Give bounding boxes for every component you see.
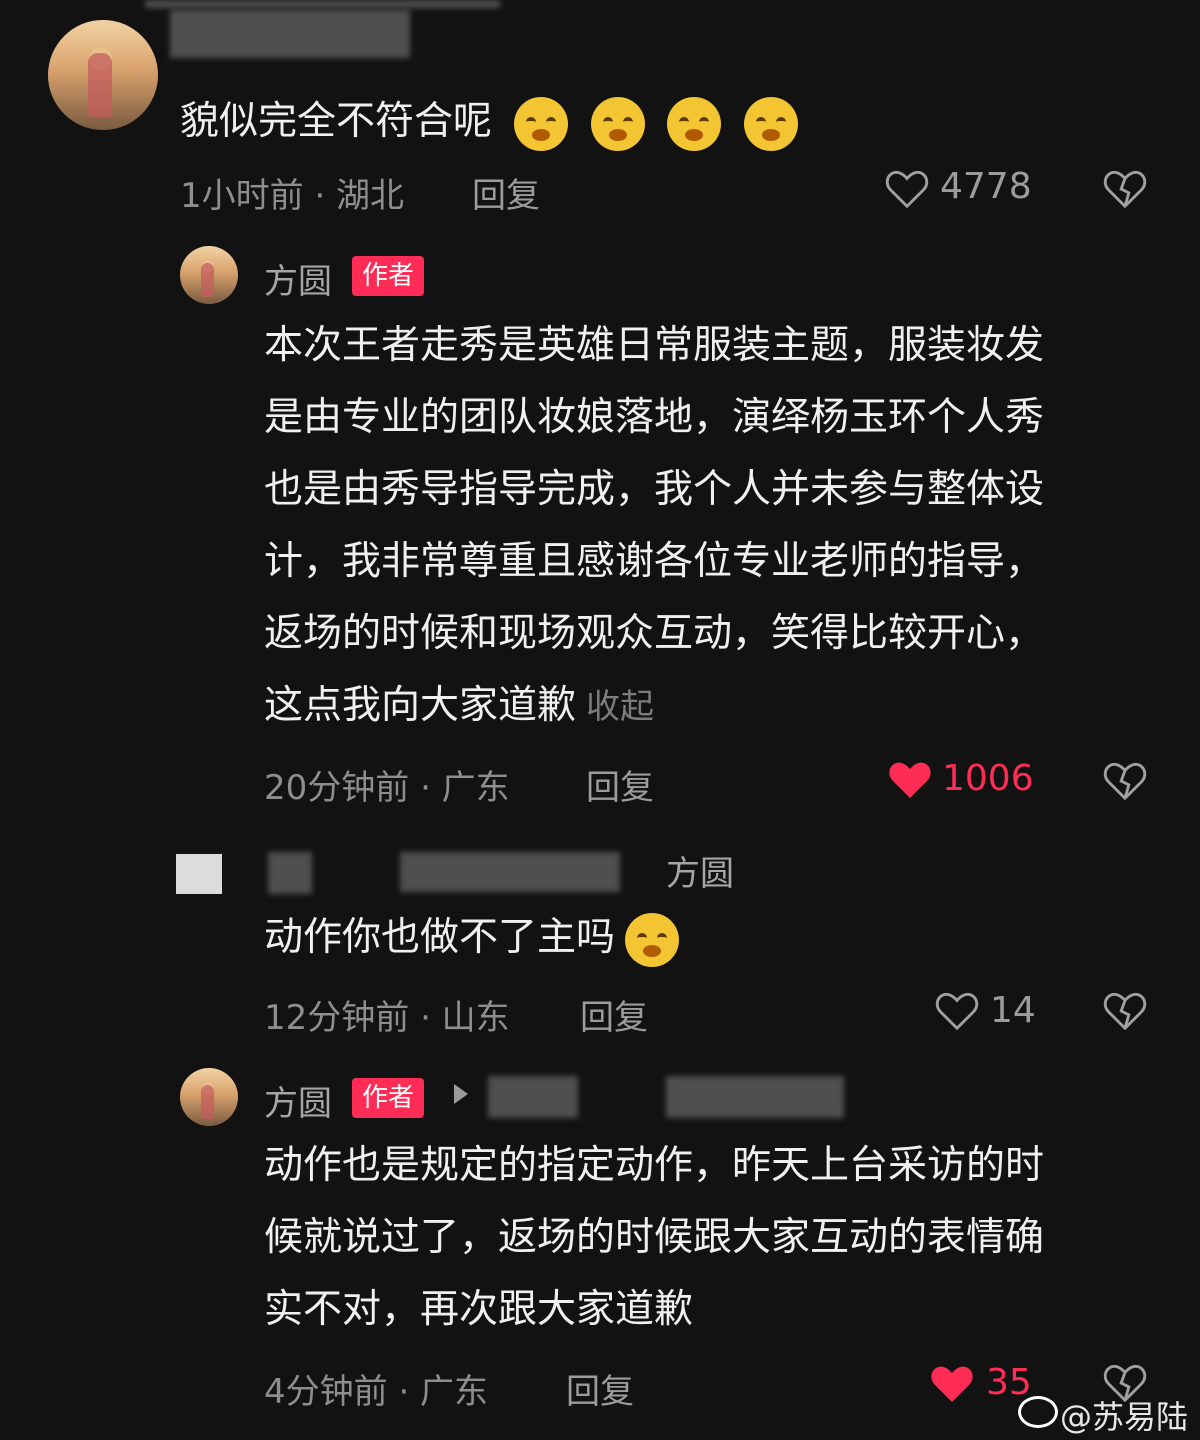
emoji-icon	[625, 912, 680, 967]
emoji-icon	[743, 96, 798, 151]
reply2-meta: 12分钟前 · 山东	[264, 998, 510, 1038]
emoji-icon	[514, 96, 569, 151]
author-avatar[interactable]	[180, 246, 238, 304]
weibo-icon	[1018, 1396, 1058, 1428]
reply1-reply-button[interactable]: 回复	[586, 760, 654, 809]
avatar-image	[180, 1068, 238, 1126]
reply1-meta: 20分钟前 · 广东	[264, 768, 510, 808]
blurred-top-strip	[145, 0, 500, 8]
top-comment-reply-button[interactable]: 回复	[472, 168, 540, 217]
reply2-text: 动作你也做不了主吗	[264, 902, 680, 974]
blurred-username	[268, 852, 312, 894]
blurred-username	[488, 1076, 578, 1118]
reply1-text: 本次王者走秀是英雄日常服装主题，服装妆发 是由专业的团队妆娘落地，演绎杨玉环个人…	[264, 323, 1045, 728]
reply3-text: 动作也是规定的指定动作，昨天上台采访的时 候就说过了，返场的时候跟大家互动的表情…	[264, 1143, 1045, 1332]
reply2-avatar-blur	[176, 854, 222, 894]
author-badge: 作者	[352, 1078, 425, 1118]
collapse-link[interactable]: 收起	[586, 687, 654, 727]
top-comment-meta: 1小时前 · 湖北	[180, 176, 405, 216]
like-icon[interactable]	[886, 756, 934, 808]
top-comment-text: 貌似完全不符合呢	[180, 86, 798, 158]
author-badge: 作者	[352, 256, 425, 296]
reply2-reply-button[interactable]: 回复	[580, 990, 648, 1039]
dislike-icon[interactable]	[1102, 988, 1148, 1038]
reply3-meta: 4分钟前 · 广东	[264, 1372, 489, 1412]
reply-arrow-icon	[454, 1084, 468, 1104]
avatar-image	[48, 20, 158, 130]
watermark-text: @苏易陆	[1060, 1398, 1189, 1436]
reply3-like-count: 35	[986, 1362, 1032, 1403]
reply3-author-name[interactable]: 方圆	[264, 1076, 332, 1125]
emoji-icon	[590, 96, 645, 151]
top-comment-like-count: 4778	[940, 166, 1032, 207]
blurred-username	[400, 852, 620, 892]
blurred-username	[666, 1076, 844, 1118]
author-avatar[interactable]	[180, 1068, 238, 1126]
commenter-avatar[interactable]	[48, 20, 158, 130]
like-icon[interactable]	[928, 1360, 976, 1412]
reply2-like-count: 14	[990, 990, 1036, 1031]
emoji-icon	[667, 96, 722, 151]
reply3-reply-button[interactable]: 回复	[566, 1364, 634, 1413]
like-icon[interactable]	[884, 166, 930, 216]
reply1-author-name[interactable]: 方圆	[264, 254, 332, 303]
dislike-icon[interactable]	[1102, 758, 1148, 808]
reply2-reply-to[interactable]: 方圆	[666, 846, 734, 895]
blurred-username	[170, 10, 410, 58]
like-icon[interactable]	[934, 988, 980, 1038]
avatar-image	[180, 246, 238, 304]
reply1-like-count: 1006	[942, 758, 1034, 799]
dislike-icon[interactable]	[1102, 166, 1148, 216]
